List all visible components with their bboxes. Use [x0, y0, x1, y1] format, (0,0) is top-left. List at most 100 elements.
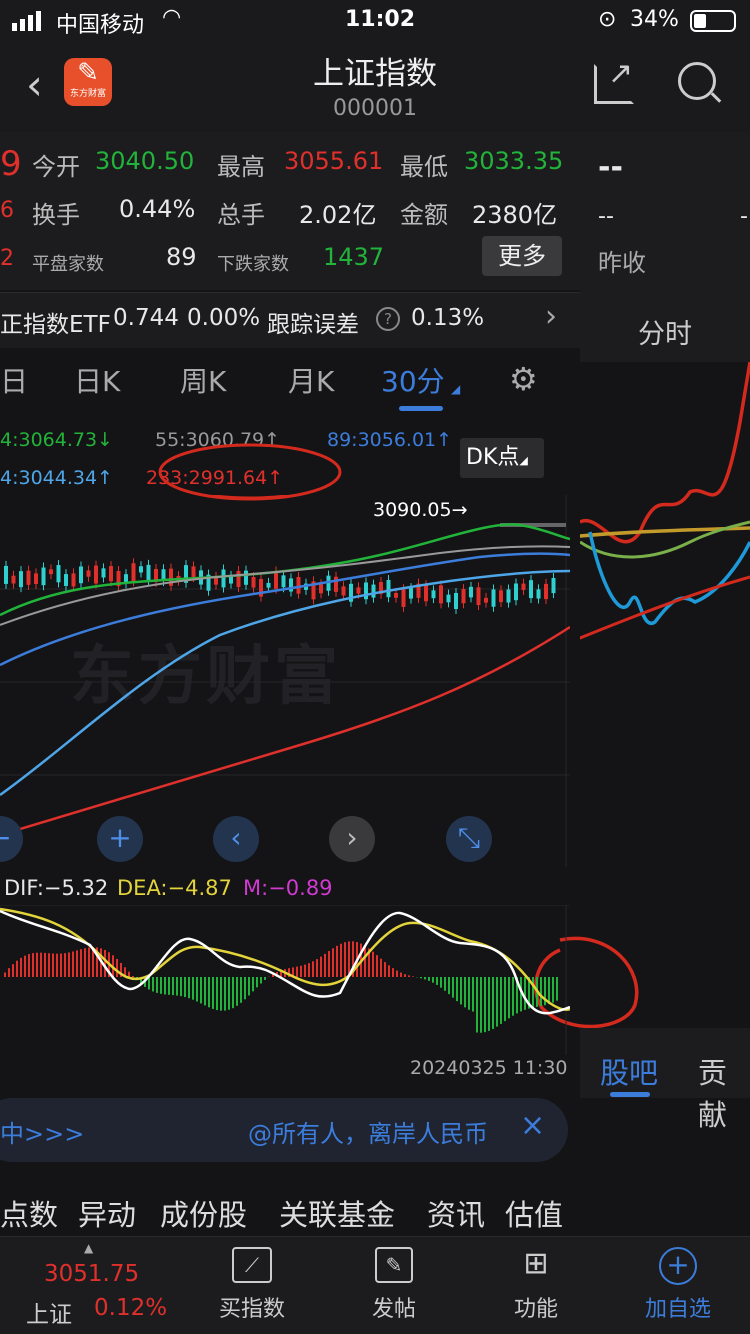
tab-guba[interactable]: 股吧 — [600, 1050, 658, 1092]
functions-button[interactable]: ⊞ 功能 — [496, 1247, 576, 1323]
candle-body — [71, 573, 76, 587]
macd-bar — [220, 977, 222, 1011]
tab-daily-k[interactable]: 日K — [74, 360, 120, 400]
macd-bar — [448, 977, 450, 995]
ma-legend-b: 55:3060.79↑ — [155, 429, 281, 451]
bottom-index-price[interactable]: 3051.75 — [44, 1261, 139, 1287]
macd-bar — [492, 977, 494, 1029]
macd-bar — [464, 977, 466, 1008]
macd-bar — [408, 975, 410, 977]
more-button[interactable]: 更多 — [482, 236, 562, 276]
candle-body — [131, 563, 136, 582]
right-change: -- — [598, 204, 614, 229]
candle-body — [94, 565, 98, 584]
macd-bar — [436, 977, 438, 985]
low-value: 3033.35 — [464, 147, 564, 175]
intraday-chart — [580, 362, 750, 640]
macd-bar — [504, 977, 506, 1022]
macd-bar — [68, 952, 70, 977]
fullscreen-button[interactable]: ⤡ — [446, 816, 492, 862]
macd-bar — [28, 954, 30, 977]
bottom-index-name[interactable]: 上证 — [26, 1295, 72, 1329]
flat-label: 平盘家数 — [32, 254, 104, 275]
macd-bar — [308, 963, 310, 977]
tracking-value: 0.13% — [411, 305, 485, 331]
macd-bar — [320, 956, 322, 977]
pan-left-button[interactable]: ‹ — [213, 816, 259, 862]
macd-bar — [524, 977, 526, 1010]
bottom-index-change[interactable]: 0.12% — [94, 1295, 167, 1321]
macd-bar — [236, 977, 238, 1006]
candle-body — [109, 566, 113, 582]
right-price: -- — [598, 150, 623, 185]
candle-body — [394, 592, 398, 598]
gear-icon[interactable]: ⚙ — [509, 360, 538, 398]
macd-bar — [60, 953, 62, 977]
high-label: 最高 — [217, 153, 265, 181]
battery-percent: 34% — [630, 7, 679, 32]
help-icon[interactable]: ? — [376, 307, 400, 331]
candle-body — [409, 588, 413, 599]
right-change-pct: - — [740, 204, 748, 229]
etf-row[interactable]: 正指数ETF 0.744 0.00% 跟踪误差 ? 0.13% › — [0, 292, 580, 348]
etf-price: 0.744 — [113, 305, 179, 331]
macd-bar — [552, 977, 554, 1003]
macd-bar — [488, 977, 490, 1031]
kline-chart[interactable]: 东方财富 3090.05→ — [0, 495, 570, 867]
macd-bar — [72, 951, 74, 977]
buy-index-button[interactable]: ⟋ 买指数 — [210, 1247, 294, 1323]
macd-bar — [228, 977, 230, 1010]
candle-body — [266, 582, 271, 588]
macd-bar — [8, 968, 10, 977]
candle-body — [334, 576, 338, 592]
tab-weekly-k[interactable]: 周K — [180, 360, 226, 400]
open-value: 3040.50 — [95, 147, 195, 175]
nav-bar: ‹ ✎ 东方财富 上证指数 000001 ↗ — [0, 42, 750, 132]
pan-right-button[interactable]: › — [329, 816, 375, 862]
candle-body — [244, 570, 248, 585]
tab-gongxian[interactable]: 贡献 — [698, 1050, 750, 1134]
tab-related-funds[interactable]: 关联基金 — [279, 1192, 395, 1234]
macd-bar — [300, 965, 302, 977]
notice-bar[interactable]: 中>>> @所有人，离岸人民币 × — [0, 1098, 568, 1162]
tab-fenshi[interactable]: 分时 — [638, 312, 692, 351]
macd-bar — [248, 977, 250, 996]
dk-point-button[interactable]: DK点◢ — [460, 438, 544, 478]
open-label: 今开 — [32, 153, 80, 181]
tab-points[interactable]: 点数 — [0, 1192, 58, 1234]
candle-body — [79, 566, 83, 584]
ma-legend-e: 233:2991.64↑ — [146, 467, 284, 489]
macd-bar — [4, 972, 6, 977]
tab-movement[interactable]: 异动 — [78, 1192, 136, 1234]
macd-bar — [216, 977, 218, 1011]
macd-bar — [172, 977, 174, 996]
tab-30min[interactable]: 30分 — [381, 360, 445, 400]
tab-constituents[interactable]: 成份股 — [160, 1192, 247, 1234]
post-button[interactable]: ✎ 发帖 — [354, 1247, 434, 1323]
turnover-label: 换手 — [32, 201, 80, 229]
right-tab-bar: 分时 — [580, 292, 750, 362]
macd-bar — [116, 958, 118, 977]
macd-bar — [164, 977, 166, 995]
macd-bar — [224, 977, 226, 1011]
candle-body — [476, 587, 481, 605]
bottom-toolbar: ▲ 3051.75 上证 0.12% ⟋ 买指数 ✎ 发帖 ⊞ 功能 + 加自选 — [0, 1236, 750, 1334]
candle-body — [491, 589, 496, 607]
down-label: 下跌家数 — [217, 254, 289, 275]
close-icon[interactable]: × — [520, 1108, 545, 1143]
macd-bar — [176, 977, 178, 996]
turnover-value: 0.44% — [119, 195, 196, 223]
candle-body — [431, 590, 436, 599]
macd-chart — [0, 905, 570, 1055]
zoom-in-button[interactable]: + — [97, 816, 143, 862]
tab-valuation[interactable]: 估值 — [505, 1192, 563, 1234]
tab-monthly-k[interactable]: 月K — [288, 360, 334, 400]
macd-bar — [184, 977, 186, 997]
ma-line-red — [0, 625, 570, 837]
add-watchlist-button[interactable]: + 加自选 — [636, 1247, 720, 1323]
tab-day-partial[interactable]: 日 — [0, 360, 28, 400]
tab-news[interactable]: 资讯 — [427, 1192, 485, 1234]
macd-bar — [396, 970, 398, 977]
candle-body — [221, 569, 226, 588]
candle-body — [521, 583, 526, 590]
